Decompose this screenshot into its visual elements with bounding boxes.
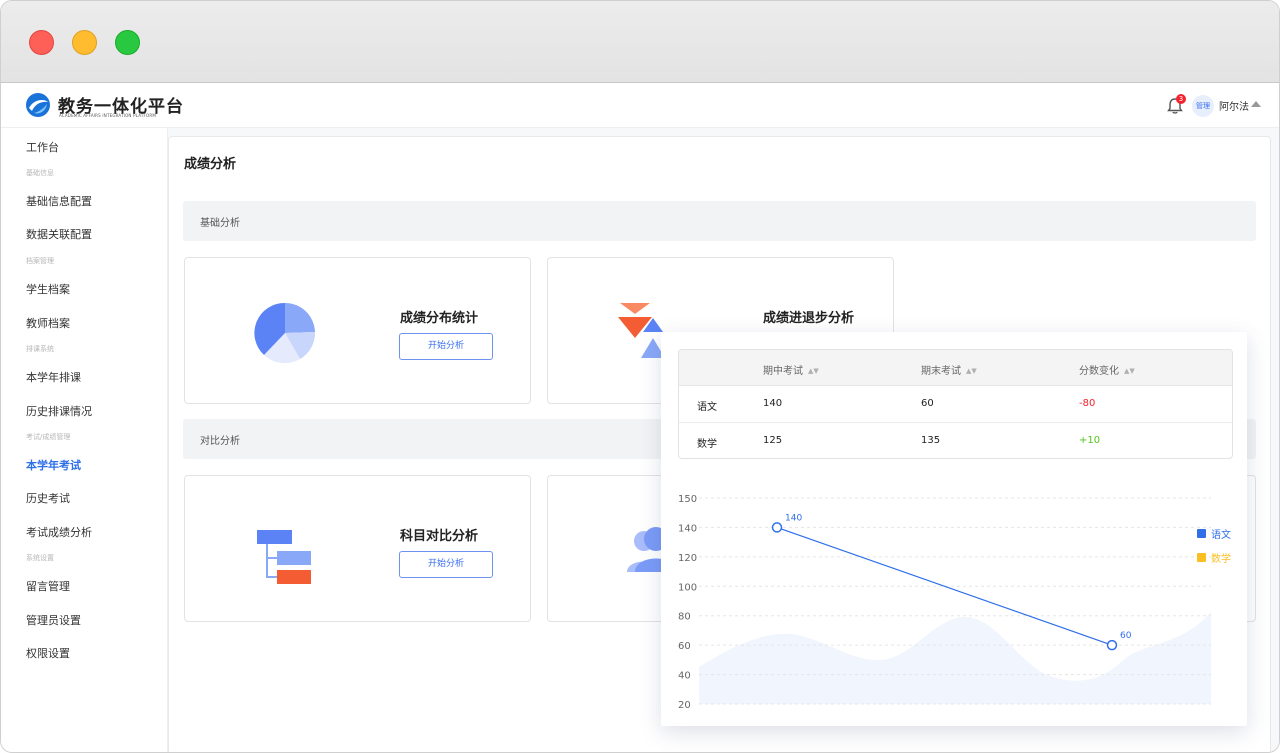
data-label: 140 xyxy=(785,513,802,523)
sort-icon[interactable]: ▲▼ xyxy=(1124,367,1135,375)
maximize-window-button[interactable] xyxy=(115,30,140,55)
y-tick-label: 60 xyxy=(678,641,691,652)
data-label: 60 xyxy=(1120,631,1132,641)
card-title-progress: 成绩进退步分析 xyxy=(763,311,855,326)
card-title-subject: 科目对比分析 xyxy=(400,529,479,544)
caret-up-icon[interactable] xyxy=(1251,101,1261,107)
y-tick-label: 140 xyxy=(678,523,697,534)
cell-final: 60 xyxy=(921,398,934,409)
cell-subject: 数学 xyxy=(697,439,717,450)
card-score-distribution[interactable]: 成绩分布统计 开始分析 xyxy=(184,257,531,404)
minimize-window-button[interactable] xyxy=(72,30,97,55)
start-analysis-button[interactable]: 开始分析 xyxy=(399,551,493,578)
avatar[interactable]: 管理 xyxy=(1192,95,1214,117)
column-label: 分数变化 xyxy=(1079,366,1119,377)
sort-icon[interactable]: ▲▼ xyxy=(808,367,819,375)
score-comparison-popup: 期中考试 ▲▼ 期末考试 ▲▼ 分数变化 ▲▼ 语文 140 60 -80 数学 12… xyxy=(661,332,1247,726)
table-header: 期中考试 ▲▼ 期末考试 ▲▼ 分数变化 ▲▼ xyxy=(679,350,1232,386)
y-tick-label: 150 xyxy=(678,494,697,505)
cell-midterm: 125 xyxy=(763,435,783,446)
close-window-button[interactable] xyxy=(29,30,54,55)
page-title: 成绩分析 xyxy=(184,157,237,172)
sidebar-item-history-exams[interactable]: 历史考试 xyxy=(26,490,70,506)
legend-swatch xyxy=(1197,553,1206,562)
sidebar-item-student-archive[interactable]: 学生档案 xyxy=(26,281,70,297)
top-header: 教务一体化平台 ACADEMIC AFFAIRS INTEGRATION PLA… xyxy=(1,83,1279,128)
hierarchy-icon xyxy=(257,530,311,584)
sidebar-item-teacher-archive[interactable]: 教师档案 xyxy=(26,315,70,331)
table-row: 语文 140 60 -80 xyxy=(679,386,1232,423)
cell-change: -80 xyxy=(1079,398,1096,409)
cell-subject: 语文 xyxy=(697,402,717,413)
sidebar-item-admin-settings[interactable]: 管理员设置 xyxy=(26,612,81,628)
data-point xyxy=(1106,639,1118,651)
table-row: 数学 125 135 +10 xyxy=(679,423,1232,458)
section-title-basic: 基础分析 xyxy=(200,218,240,229)
sidebar-item-history-schedule[interactable]: 历史排课情况 xyxy=(26,403,92,419)
sidebar-group-archives: 档案管理 xyxy=(26,257,54,265)
cell-final: 135 xyxy=(921,435,941,446)
column-label: 期中考试 xyxy=(763,366,803,377)
app-window: 教务一体化平台 ACADEMIC AFFAIRS INTEGRATION PLA… xyxy=(0,0,1280,753)
y-tick-label: 100 xyxy=(678,582,697,593)
sidebar-item-workbench[interactable]: 工作台 xyxy=(26,139,59,155)
cell-change: +10 xyxy=(1079,435,1101,446)
cell-midterm: 140 xyxy=(763,398,783,409)
sidebar-item-permissions[interactable]: 权限设置 xyxy=(26,645,70,661)
background-area xyxy=(699,612,1211,704)
score-table: 期中考试 ▲▼ 期末考试 ▲▼ 分数变化 ▲▼ 语文 140 60 -80 数学 12… xyxy=(678,349,1233,459)
window-titlebar xyxy=(1,1,1279,83)
section-header-basic: 基础分析 xyxy=(183,201,1256,241)
sidebar-item-data-association[interactable]: 数据关联配置 xyxy=(26,226,92,242)
pie-chart-icon xyxy=(254,302,316,364)
sidebar-item-messages[interactable]: 留言管理 xyxy=(26,578,70,594)
column-header-change[interactable]: 分数变化 ▲▼ xyxy=(1079,362,1135,377)
y-tick-label: 80 xyxy=(678,612,691,623)
column-header-final[interactable]: 期末考试 ▲▼ xyxy=(921,362,977,377)
y-tick-label: 20 xyxy=(678,700,691,711)
sidebar-item-current-exams[interactable]: 本学年考试 xyxy=(26,457,81,473)
legend-label: 数学 xyxy=(1211,552,1231,565)
y-tick-label: 120 xyxy=(678,553,697,564)
logo-icon xyxy=(26,93,50,117)
data-point xyxy=(771,522,783,533)
sidebar-group-exams: 考试/成绩管理 xyxy=(26,433,71,441)
section-title-compare: 对比分析 xyxy=(200,436,240,447)
column-header-midterm[interactable]: 期中考试 ▲▼ xyxy=(763,362,819,377)
sidebar-item-basic-info-config[interactable]: 基础信息配置 xyxy=(26,193,92,209)
sidebar-group-system: 系统设置 xyxy=(26,554,54,562)
sidebar-group-scheduling: 排课系统 xyxy=(26,345,54,353)
notification-badge: 3 xyxy=(1176,94,1186,104)
column-label: 期末考试 xyxy=(921,366,961,377)
card-title-distribution: 成绩分布统计 xyxy=(400,311,479,326)
sidebar-group-basic-info: 基础信息 xyxy=(26,169,54,177)
sidebar-item-score-analysis[interactable]: 考试成绩分析 xyxy=(26,524,92,540)
card-subject-compare[interactable]: 科目对比分析 开始分析 xyxy=(184,475,531,622)
start-analysis-button[interactable]: 开始分析 xyxy=(399,333,493,360)
score-line-chart: 150 140 120 100 80 60 40 20 140 60 语文数学 xyxy=(678,494,1231,711)
brand-subtitle: ACADEMIC AFFAIRS INTEGRATION PLATFORM xyxy=(59,113,156,118)
user-name[interactable]: 阿尔法 xyxy=(1219,98,1249,113)
legend-label: 语文 xyxy=(1211,528,1231,541)
sidebar: 工作台 基础信息 基础信息配置 数据关联配置 档案管理 学生档案 教师档案 排课… xyxy=(1,128,168,752)
sort-icon[interactable]: ▲▼ xyxy=(966,367,977,375)
sidebar-item-current-schedule[interactable]: 本学年排课 xyxy=(26,369,81,385)
y-tick-label: 40 xyxy=(678,671,691,682)
legend-swatch xyxy=(1197,529,1206,538)
